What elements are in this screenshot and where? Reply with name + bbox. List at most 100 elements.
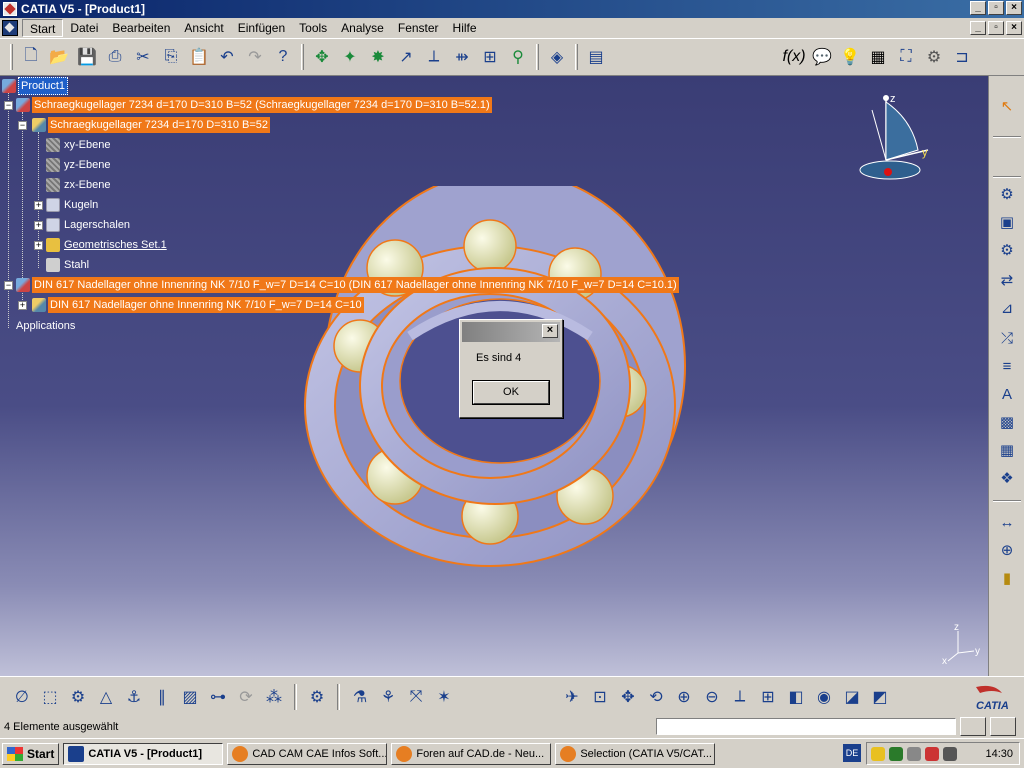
restore-button[interactable]: ▫: [988, 1, 1004, 15]
expand-toggle[interactable]: +: [34, 201, 43, 210]
pan-icon[interactable]: ✶: [432, 685, 456, 709]
expand-toggle[interactable]: −: [18, 121, 27, 130]
scene-icon[interactable]: ❖: [995, 466, 1019, 490]
catalog-icon[interactable]: ◈: [545, 45, 569, 69]
dialog-titlebar[interactable]: ×: [462, 322, 560, 342]
pad-icon[interactable]: ⬚: [38, 685, 62, 709]
multi-view-icon[interactable]: ⊞: [756, 685, 780, 709]
bottle-icon[interactable]: ▮: [995, 566, 1019, 590]
command-button-1[interactable]: [960, 717, 986, 736]
ruler-icon[interactable]: ⚓: [122, 685, 146, 709]
tree-node-applications[interactable]: Applications: [14, 318, 77, 334]
task-foren[interactable]: Foren auf CAD.de - Neu...: [391, 742, 552, 765]
macro-icon[interactable]: ⊐: [950, 45, 974, 69]
dialog-close-button[interactable]: ×: [542, 324, 558, 338]
cut-icon[interactable]: ✂: [131, 45, 155, 69]
menu-start[interactable]: Start: [22, 19, 64, 37]
3d-viewport[interactable]: Product1 − Schraegkugellager 7234 d=170 …: [0, 76, 988, 676]
orbit-icon[interactable]: ⟲: [644, 685, 668, 709]
formula-icon[interactable]: f(x): [782, 45, 806, 69]
task-catia[interactable]: CATIA V5 - [Product1]: [63, 742, 224, 765]
menu-einfuegen[interactable]: Einfügen: [231, 19, 292, 37]
doc-minimize-button[interactable]: _: [970, 21, 986, 35]
speaker-icon[interactable]: [943, 746, 957, 761]
tree-node-yz-plane[interactable]: yz-Ebene: [46, 157, 112, 173]
command-input[interactable]: [656, 718, 956, 735]
tree-node-nadellager-part[interactable]: DIN 617 Nadellager ohne Innenring NK 7/1…: [32, 297, 364, 313]
whatsthis-icon[interactable]: ?: [271, 45, 295, 69]
bolt-icon[interactable]: ⁂: [262, 685, 286, 709]
rotate-icon[interactable]: ✥: [616, 685, 640, 709]
expand-toggle[interactable]: +: [34, 241, 43, 250]
constraint-icon[interactable]: ⟂: [422, 45, 446, 69]
fly-icon[interactable]: ⚘: [376, 685, 400, 709]
close-button[interactable]: ×: [1006, 1, 1022, 15]
expand-toggle[interactable]: +: [34, 221, 43, 230]
snap-icon[interactable]: ✦: [338, 45, 362, 69]
knowledge-icon[interactable]: 💬: [810, 45, 834, 69]
tray-icon[interactable]: [889, 746, 903, 761]
iso-view-icon[interactable]: ◧: [784, 685, 808, 709]
catalog-b-icon[interactable]: ⚗: [348, 685, 372, 709]
plugin-icon[interactable]: ⚙: [922, 45, 946, 69]
open-icon[interactable]: 📂: [47, 45, 71, 69]
catia-app-icon[interactable]: [3, 2, 17, 16]
fix-icon[interactable]: ⚲: [506, 45, 530, 69]
tray-icon[interactable]: [925, 746, 939, 761]
menu-analyse[interactable]: Analyse: [334, 19, 391, 37]
menu-ansicht[interactable]: Ansicht: [177, 19, 230, 37]
sweep-icon[interactable]: ⟳: [234, 685, 258, 709]
compass-widget[interactable]: z y: [852, 90, 932, 190]
tree-node-root[interactable]: Product1: [2, 77, 69, 95]
weld-icon[interactable]: ⊕: [995, 538, 1019, 562]
undo-icon[interactable]: ↶: [215, 45, 239, 69]
paste-icon[interactable]: 📋: [187, 45, 211, 69]
toolbar-grip[interactable]: [536, 44, 539, 70]
contact-icon[interactable]: ⊞: [478, 45, 502, 69]
tree-node-schraegkugellager[interactable]: Schraegkugellager 7234 d=170 D=310 B=52 …: [16, 97, 492, 113]
hide-show-icon[interactable]: ◪: [840, 685, 864, 709]
gear-icon[interactable]: ⚙: [305, 685, 329, 709]
print-icon[interactable]: ⎙: [103, 45, 127, 69]
fly-mode-icon[interactable]: ✈: [560, 685, 584, 709]
replace-icon[interactable]: ⇄: [995, 268, 1019, 292]
sketch-icon[interactable]: ∅: [10, 685, 34, 709]
tree-node-lagerschalen[interactable]: Lagerschalen: [46, 217, 132, 233]
part-icon[interactable]: ⚙: [995, 238, 1019, 262]
table-icon[interactable]: ▦: [866, 45, 890, 69]
reuse-pattern-icon[interactable]: ▩: [995, 410, 1019, 434]
graph-icon[interactable]: ⛶: [894, 45, 918, 69]
doc-close-button[interactable]: ×: [1006, 21, 1022, 35]
menu-bearbeiten[interactable]: Bearbeiten: [105, 19, 177, 37]
manage-rep-icon[interactable]: ▦: [995, 438, 1019, 462]
toolbar-grip[interactable]: [575, 44, 578, 70]
tree-node-material[interactable]: Stahl: [46, 257, 91, 273]
document-menu-icon[interactable]: [2, 20, 18, 36]
save-icon[interactable]: 💾: [75, 45, 99, 69]
tree-node-kugeln[interactable]: Kugeln: [46, 197, 100, 213]
reorder-icon[interactable]: ⤮: [995, 326, 1019, 350]
tree-node-nadellager[interactable]: DIN 617 Nadellager ohne Innenring NK 7/1…: [16, 277, 679, 293]
tray-icon[interactable]: [907, 746, 921, 761]
task-cad-infos[interactable]: CAD CAM CAE Infos Soft...: [227, 742, 388, 765]
product-icon[interactable]: ▣: [995, 210, 1019, 234]
analysis-icon[interactable]: △: [94, 685, 118, 709]
menu-datei[interactable]: Datei: [63, 19, 105, 37]
fit-all-icon[interactable]: ⤧: [404, 685, 428, 709]
graph-tree-icon[interactable]: ⊿: [995, 296, 1019, 320]
measure-icon[interactable]: ↔: [995, 510, 1019, 534]
expand-toggle[interactable]: −: [4, 281, 13, 290]
tree-node-geometrical-set[interactable]: Geometrisches Set.1: [46, 237, 169, 253]
tray-icon[interactable]: [871, 746, 885, 761]
swap-icon[interactable]: ◩: [868, 685, 892, 709]
manipulate-icon[interactable]: ↗: [394, 45, 418, 69]
component-icon[interactable]: ⚙: [995, 182, 1019, 206]
toolbar-grip[interactable]: [301, 44, 304, 70]
tree-node-xy-plane[interactable]: xy-Ebene: [46, 137, 112, 153]
fast-multi-icon[interactable]: A: [995, 382, 1019, 406]
light-icon[interactable]: 💡: [838, 45, 862, 69]
menu-fenster[interactable]: Fenster: [391, 19, 446, 37]
expand-toggle[interactable]: +: [18, 301, 27, 310]
cam-icon[interactable]: ⚙: [66, 685, 90, 709]
expand-toggle[interactable]: −: [4, 101, 13, 110]
